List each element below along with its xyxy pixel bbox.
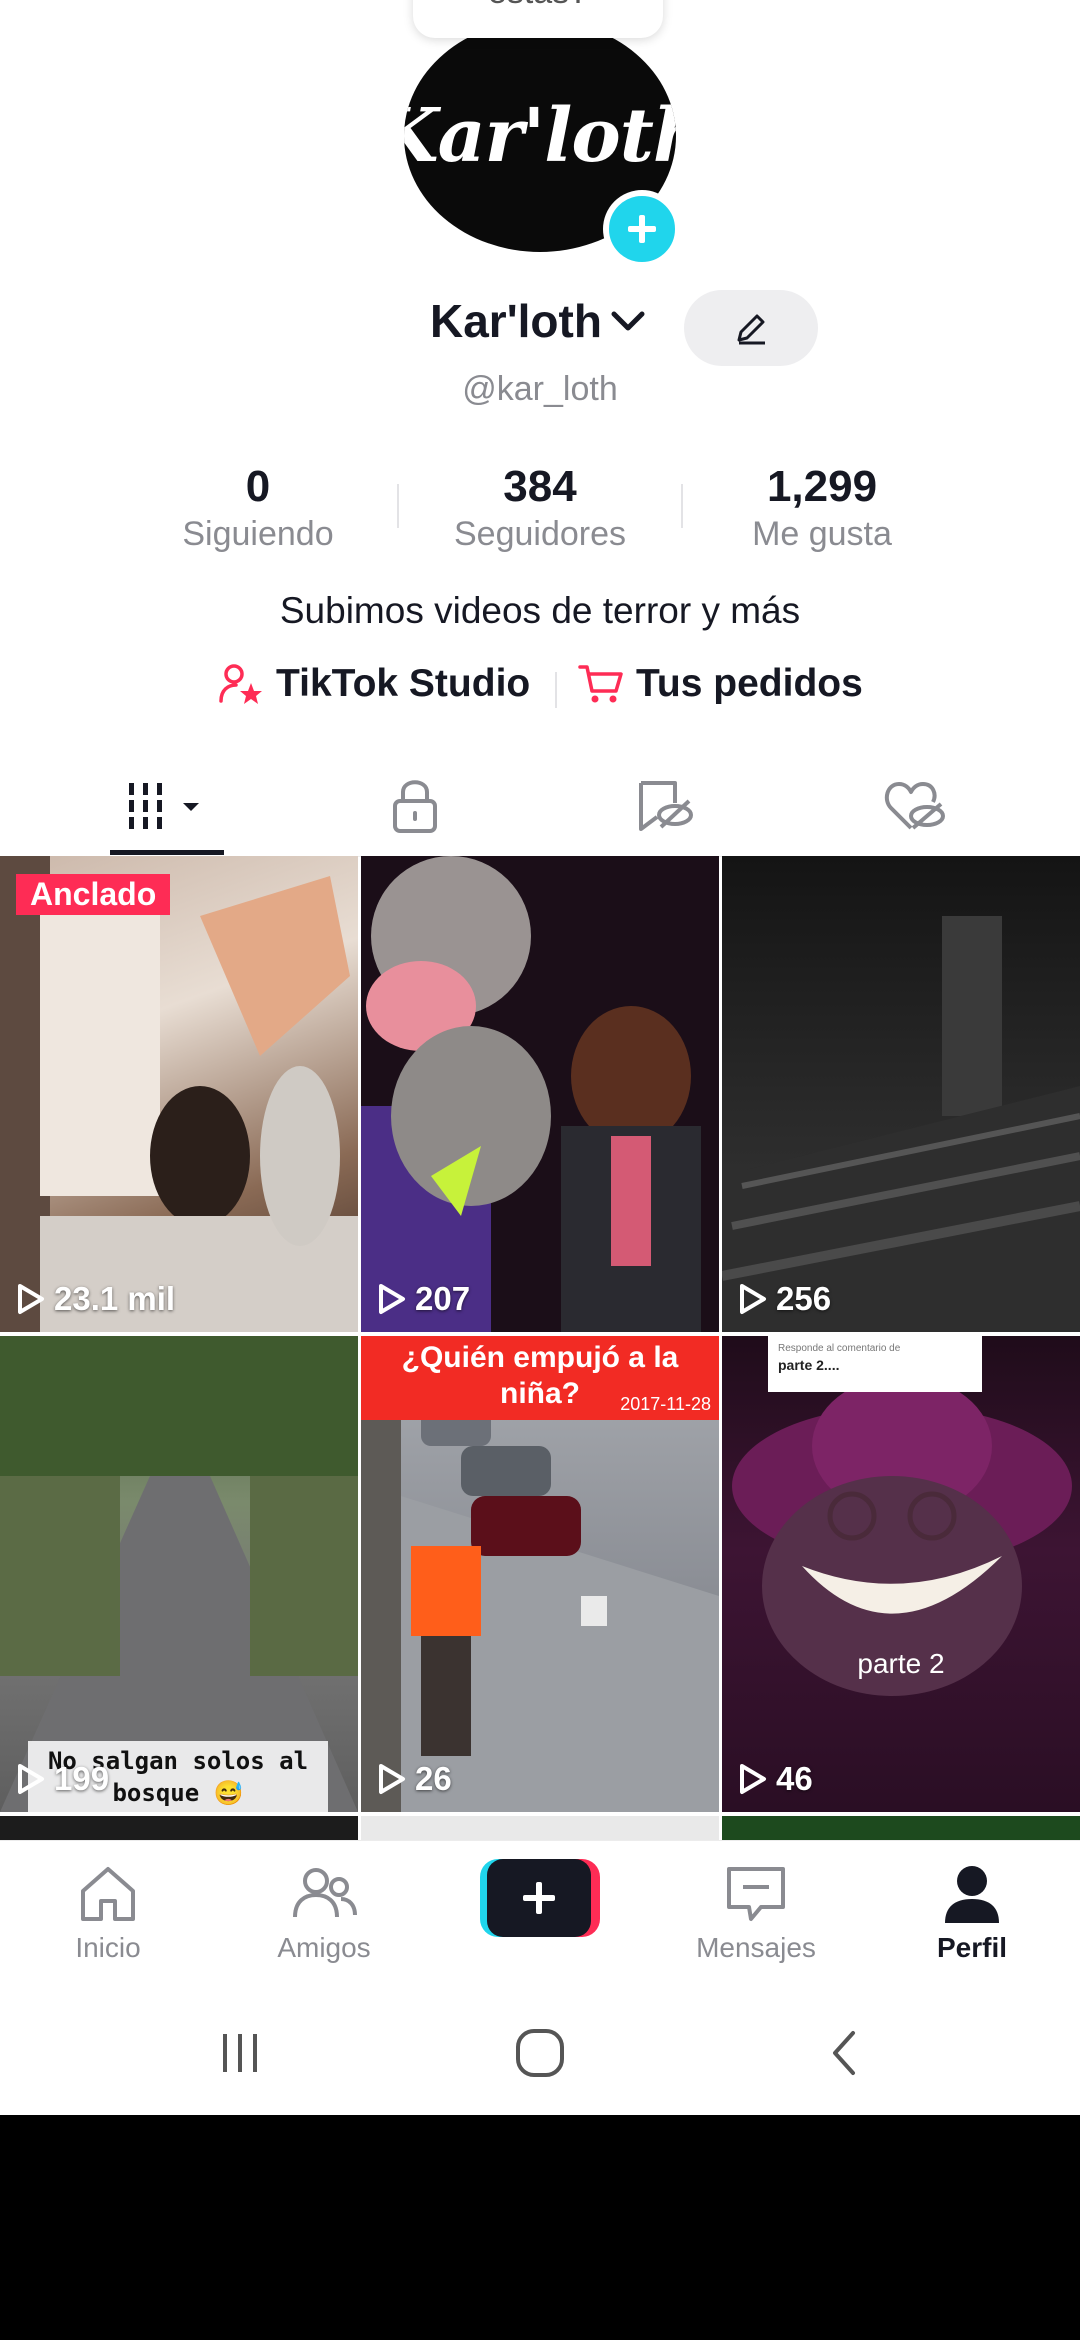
stat-followers[interactable]: 384 Seguidores [400, 462, 680, 556]
view-count-text: 26 [415, 1760, 452, 1797]
nav-home[interactable]: Inicio [28, 1861, 188, 1964]
tiktok-studio-link[interactable]: TikTok Studio [218, 662, 530, 706]
profile-tabs [0, 756, 1080, 857]
back-button[interactable] [786, 1990, 906, 2115]
stat-label: Siguiendo [182, 515, 334, 553]
nav-messages[interactable]: Mensajes [676, 1861, 836, 1964]
liked-hidden-icon [884, 782, 945, 830]
tab-reposts[interactable] [530, 756, 800, 856]
messages-icon [727, 1867, 785, 1921]
view-count-text: 256 [776, 1280, 832, 1317]
lock-icon [393, 780, 437, 833]
play-icon [740, 1764, 766, 1794]
view-count: 46 [738, 1760, 813, 1798]
thumbnail-art [361, 856, 719, 1332]
view-count: 256 [738, 1280, 831, 1318]
story-bubble-text: estás? [488, 0, 588, 11]
stat-label: Seguidores [453, 515, 626, 553]
profile-screen: estás? Kar'loth Kar'loth @kar_loth 0 Sig… [0, 0, 1080, 2115]
reply-text: parte 2.... [778, 1357, 840, 1373]
plus-icon [628, 215, 656, 243]
view-count: 199 [16, 1760, 109, 1798]
divider [397, 484, 399, 528]
video-thumbnail[interactable]: Anclado 23.1 mil [0, 856, 358, 1332]
stat-value: 0 [245, 462, 271, 511]
tiktok-studio-label: TikTok Studio [276, 662, 531, 705]
view-count: 207 [377, 1280, 470, 1318]
play-icon [379, 1764, 405, 1794]
profile-icon [945, 1866, 999, 1923]
cart-icon [578, 665, 623, 703]
profile-bio: Subimos videos de terror y más [279, 590, 801, 631]
story-bubble[interactable]: estás? [413, 0, 663, 38]
play-icon [740, 1284, 766, 1314]
creator-star-icon [219, 664, 262, 704]
view-count-text: 199 [54, 1760, 110, 1797]
grid-icon [129, 783, 199, 829]
home-button[interactable] [480, 1990, 600, 2115]
tab-liked[interactable] [780, 756, 1050, 856]
repost-hidden-icon [639, 781, 693, 831]
username-handle: @kar_loth [462, 370, 618, 408]
orders-link[interactable]: Tus pedidos [578, 662, 863, 706]
bottom-nav: Inicio Amigos Mensajes Perfil [0, 1840, 1080, 1991]
home-circle-icon [516, 2028, 564, 2077]
stat-value: 384 [503, 462, 577, 511]
back-icon [833, 2030, 855, 2075]
active-tab-indicator [110, 850, 224, 855]
recents-icon [223, 2033, 257, 2072]
stat-value: 1,299 [766, 462, 878, 511]
view-count: 23.1 mil [16, 1280, 175, 1318]
play-icon [18, 1764, 44, 1794]
nav-label: Perfil [936, 1932, 1008, 1963]
recents-button[interactable] [180, 1990, 300, 2115]
view-count-text: 46 [776, 1760, 813, 1797]
video-thumbnail[interactable]: No salgan solos al bosque 😅 199 [0, 1336, 358, 1812]
nav-label: Mensajes [696, 1932, 816, 1963]
video-caption: parte 2 [857, 1648, 945, 1679]
edit-profile-button[interactable] [684, 290, 818, 366]
view-count-text: 23.1 mil [54, 1280, 176, 1317]
display-name[interactable]: Kar'loth [430, 294, 602, 348]
stat-following[interactable]: 0 Siguiendo [118, 462, 398, 556]
video-thumbnail[interactable]: Responde al comentario de parte 2.... pa… [722, 1336, 1080, 1812]
pencil-icon [737, 314, 765, 345]
pinned-badge: Anclado [16, 874, 171, 915]
profile-stats: 0 Siguiendo 384 Seguidores 1,299 Me gust… [0, 462, 1080, 562]
avatar-logo-text: Kar'loth [404, 93, 676, 179]
stat-label: Me gusta [752, 515, 892, 553]
friends-icon [293, 1868, 357, 1918]
nav-friends[interactable]: Amigos [244, 1861, 404, 1964]
thumbnail-art [0, 856, 358, 1332]
thumbnail-art [722, 916, 1080, 1332]
tab-private[interactable] [280, 756, 550, 856]
reply-sticker: Responde al comentario de parte 2.... [768, 1336, 982, 1392]
video-thumbnail[interactable]: 256 [722, 856, 1080, 1332]
play-icon [18, 1284, 44, 1314]
chevron-down-icon[interactable] [610, 308, 646, 336]
view-count-text: 207 [415, 1280, 471, 1317]
create-button[interactable] [480, 1859, 600, 1937]
view-count: 26 [377, 1760, 452, 1798]
thumbnail-art [732, 1376, 1072, 1696]
stat-likes[interactable]: 1,299 Me gusta [682, 462, 962, 556]
nav-label: Amigos [277, 1932, 371, 1963]
nav-profile[interactable]: Perfil [892, 1861, 1052, 1964]
video-thumbnail[interactable]: 207 [361, 856, 719, 1332]
nav-label: Inicio [75, 1932, 141, 1963]
video-date: 2017-11-28 [620, 1394, 711, 1414]
divider [555, 672, 557, 708]
profile-links: TikTok Studio Tus pedidos [0, 662, 1080, 716]
create-button-face [487, 1859, 591, 1937]
tab-videos[interactable] [32, 756, 302, 856]
system-nav-bar [0, 1990, 1080, 2115]
home-icon [81, 1867, 135, 1921]
orders-label: Tus pedidos [636, 662, 863, 705]
plus-icon [523, 1882, 555, 1914]
reply-label: Responde al comentario de [778, 1343, 901, 1354]
add-story-button[interactable] [603, 190, 681, 268]
video-thumbnail[interactable]: ¿Quién empujó a la niña? 2017-11-28 26 [361, 1336, 719, 1812]
play-icon [379, 1284, 405, 1314]
